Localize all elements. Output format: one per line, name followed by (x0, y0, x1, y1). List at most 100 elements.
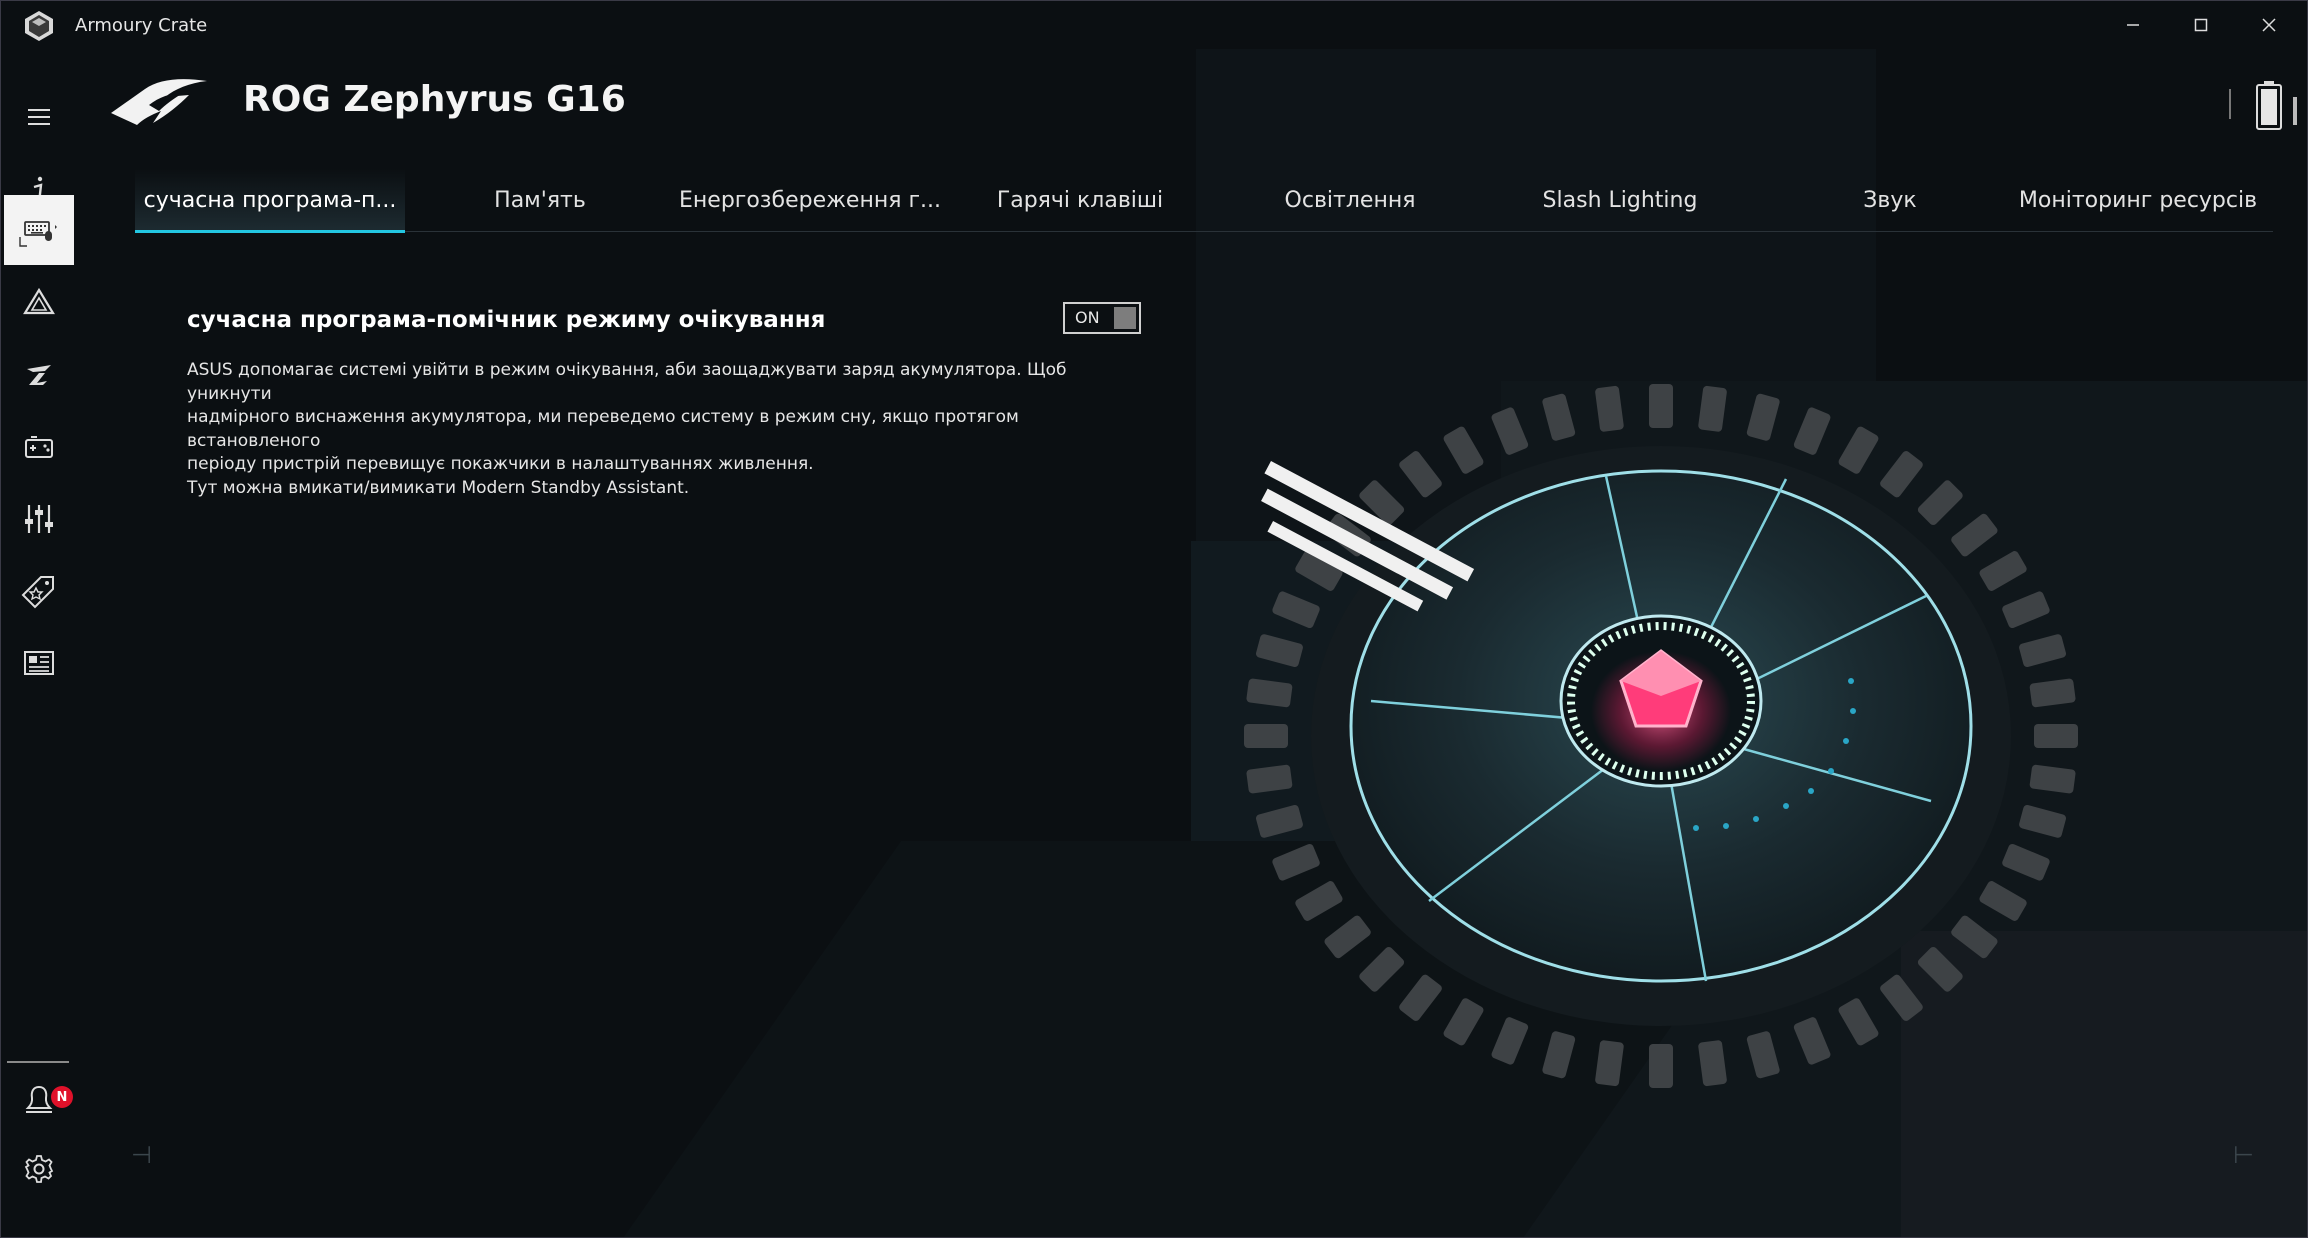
corner-mark: ⊣ (131, 1141, 152, 1169)
ring-segment (2002, 844, 2050, 881)
close-button[interactable] (2235, 1, 2303, 49)
ring-segment (1649, 384, 1673, 428)
ring-segment (1793, 407, 1831, 455)
section-description: ASUS допомагає системі увійти в режим оч… (187, 359, 1097, 500)
ring-segment (1399, 451, 1442, 498)
tab-sound[interactable]: Звук (1755, 169, 2025, 231)
tab-lighting[interactable]: Освітлення (1215, 169, 1485, 231)
ring-segment (1272, 844, 1320, 881)
sidebar-item-aura[interactable] (5, 271, 73, 335)
ring-segment (1746, 393, 1780, 441)
rog-eye-logo-icon (111, 79, 207, 125)
sidebar-menu-button[interactable] (5, 85, 73, 149)
corner-mark: ⊢ (2233, 1141, 2254, 1169)
ring-segment (1542, 1031, 1576, 1079)
ring-segment (1399, 974, 1442, 1021)
tab-slash-lighting[interactable]: Slash Lighting (1485, 169, 1755, 231)
ring-segment (1246, 764, 1293, 794)
ring-segment (2029, 764, 2076, 794)
tab-modern-standby[interactable]: сучасна програма-п... (135, 169, 405, 233)
keyboard-device-icon (19, 221, 57, 247)
close-icon (2262, 18, 2276, 32)
ring-segment (1595, 1040, 1624, 1087)
ring-segment (1491, 1017, 1529, 1065)
tab-bar: сучасна програма-п... Пам'ять Енергозбер… (135, 169, 2273, 233)
ring-segment (1491, 407, 1529, 455)
aura-triangle-icon (23, 287, 55, 315)
title-bar[interactable]: Armoury Crate (1, 1, 2307, 49)
battery-icon (2256, 81, 2282, 130)
window-title: Armoury Crate (75, 15, 208, 36)
description-line: надмірного виснаження акумулятора, ми пе… (187, 407, 1019, 451)
ring-segment (1979, 881, 2027, 921)
battery-edge-marker (2293, 97, 2297, 125)
ring-segment (1838, 998, 1879, 1046)
description-line: ASUS допомагає системі увійти в режим оч… (187, 360, 1067, 404)
sidebar-divider (7, 1061, 69, 1063)
minimize-button[interactable] (2099, 1, 2167, 49)
ring-segment (1272, 591, 1320, 628)
gear-icon (24, 1155, 54, 1183)
tab-hotkeys[interactable]: Гарячі клавіші (945, 169, 1215, 231)
minimize-icon (2127, 24, 2139, 26)
ring-segment (1295, 881, 1343, 921)
ring-segment (1746, 1031, 1780, 1079)
notification-badge: N (51, 1086, 73, 1108)
ring-segment (1443, 998, 1484, 1046)
tab-resource-monitor[interactable]: Моніторинг ресурсів (2003, 169, 2273, 231)
description-line: періоду пристрій перевищує покажчики в н… (187, 454, 814, 474)
ring-segment (2019, 805, 2066, 838)
battery-separator (2229, 89, 2231, 119)
ring-segment (1917, 946, 1963, 992)
ring-segment (1793, 1017, 1831, 1065)
ring-segment (1256, 805, 1303, 838)
ring-segment (1698, 385, 1727, 432)
modern-standby-toggle[interactable]: ON (1063, 302, 1141, 334)
section-title: сучасна програма-помічник режиму очікува… (187, 307, 826, 333)
ring-segment (1979, 551, 2027, 591)
standby-hero-illustration (1244, 384, 2078, 1088)
sidebar-item-settings[interactable] (5, 1137, 73, 1201)
sidebar (1, 49, 77, 1237)
sidebar-item-news[interactable] (5, 631, 73, 695)
toggle-state-label: ON (1075, 308, 1100, 327)
ring-segment (1542, 393, 1576, 441)
device-name: ROG Zephyrus G16 (243, 79, 626, 120)
gamepad-icon (25, 436, 53, 458)
ring-segment (1359, 946, 1405, 992)
ring-segment (1324, 915, 1371, 959)
hamburger-icon (28, 109, 50, 125)
ring-segment (1880, 974, 1923, 1021)
ring-segment (1838, 426, 1879, 474)
ring-segment (1443, 426, 1484, 474)
sidebar-item-deals[interactable] (5, 559, 73, 623)
tab-power-saving[interactable]: Енергозбереження г... (675, 169, 945, 231)
ring-segment (2034, 724, 2078, 748)
tag-icon (21, 576, 54, 609)
sidebar-item-device[interactable] (4, 195, 74, 265)
ring-segment (1880, 451, 1923, 498)
app-window: Armoury Crate N ROG Zephyrus G16 сучасна… (0, 0, 2308, 1238)
news-icon (24, 651, 54, 675)
sidebar-item-tuning[interactable] (5, 487, 73, 551)
description-line: Тут можна вмикати/вимикати Modern Standb… (187, 477, 690, 498)
rog-armoury-icon (27, 365, 51, 385)
tab-memory[interactable]: Пам'ять (405, 169, 675, 231)
ring-segment (1246, 678, 1293, 708)
maximize-button[interactable] (2167, 1, 2235, 49)
armoury-crate-logo-icon (25, 11, 53, 41)
maximize-icon (2194, 18, 2208, 32)
ring-segment (1698, 1040, 1727, 1087)
ring-segment (1917, 480, 1963, 526)
ring-segment (1951, 513, 1998, 557)
sidebar-item-game-library[interactable] (5, 415, 73, 479)
ring-segment (1244, 724, 1288, 748)
ring-segment (1649, 1044, 1673, 1088)
ring-segment (1256, 634, 1303, 667)
ring-segment (1951, 915, 1998, 959)
sliders-icon (25, 505, 53, 533)
ring-segment (2029, 678, 2076, 708)
toggle-knob (1114, 307, 1136, 329)
ring-segment (1595, 385, 1624, 432)
sidebar-item-armoury[interactable] (5, 343, 73, 407)
